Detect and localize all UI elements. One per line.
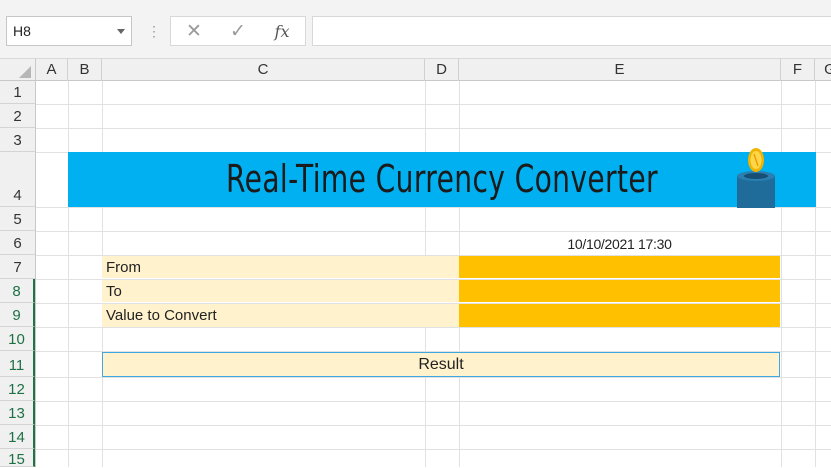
row-header-9[interactable]: 9 [0, 303, 35, 327]
chevron-down-icon[interactable] [117, 29, 125, 34]
row-header-4[interactable]: 4 [0, 152, 35, 207]
result-cell[interactable]: Result [102, 352, 780, 377]
select-all-icon [19, 66, 31, 78]
row-headers: 1 2 3 4 5 6 7 8 9 10 11 12 13 14 15 [0, 81, 36, 468]
row-header-10[interactable]: 10 [0, 327, 35, 351]
from-label[interactable]: From [102, 256, 459, 279]
row-header-3[interactable]: 3 [0, 128, 35, 152]
name-box[interactable]: H8 [6, 16, 132, 46]
row-header-12[interactable]: 12 [0, 377, 35, 401]
row-header-6[interactable]: 6 [0, 231, 35, 255]
column-header-c[interactable]: C [102, 59, 425, 81]
check-icon[interactable]: ✓ [223, 20, 253, 44]
row-header-1[interactable]: 1 [0, 81, 35, 104]
function-icon[interactable]: fx [267, 20, 297, 44]
formula-input[interactable] [312, 16, 831, 46]
row-header-11[interactable]: 11 [0, 351, 35, 377]
row-header-14[interactable]: 14 [0, 425, 35, 449]
row-header-13[interactable]: 13 [0, 401, 35, 425]
formula-bar: H8 ⋮ ✕ ✓ fx [0, 0, 831, 60]
sheet-title: Real-Time Currency Converter [226, 157, 658, 201]
row-header-8[interactable]: 8 [0, 279, 35, 303]
more-icon[interactable]: ⋮ [147, 20, 161, 42]
column-headers: A B C D E F G [0, 58, 831, 81]
column-header-e[interactable]: E [459, 59, 781, 81]
timestamp-cell[interactable]: 10/10/2021 17:30 [459, 233, 780, 255]
close-icon[interactable]: ✕ [179, 20, 209, 44]
from-input[interactable] [459, 256, 780, 279]
coin-jar-icon[interactable] [735, 146, 777, 208]
value-label[interactable]: Value to Convert [102, 304, 459, 327]
column-header-f[interactable]: F [781, 59, 815, 81]
select-all-button[interactable] [0, 59, 36, 81]
column-header-b[interactable]: B [68, 59, 102, 81]
row-header-2[interactable]: 2 [0, 104, 35, 128]
column-header-d[interactable]: D [425, 59, 459, 81]
to-input[interactable] [459, 280, 780, 303]
column-header-a[interactable]: A [36, 59, 68, 81]
row-header-15[interactable]: 15 [0, 449, 35, 468]
name-box-value: H8 [13, 23, 31, 39]
column-header-g[interactable]: G [815, 59, 831, 81]
formula-buttons: ✕ ✓ fx [170, 16, 306, 46]
row-header-7[interactable]: 7 [0, 255, 35, 279]
to-label[interactable]: To [102, 280, 459, 303]
value-input[interactable] [459, 304, 780, 327]
row-header-5[interactable]: 5 [0, 207, 35, 231]
